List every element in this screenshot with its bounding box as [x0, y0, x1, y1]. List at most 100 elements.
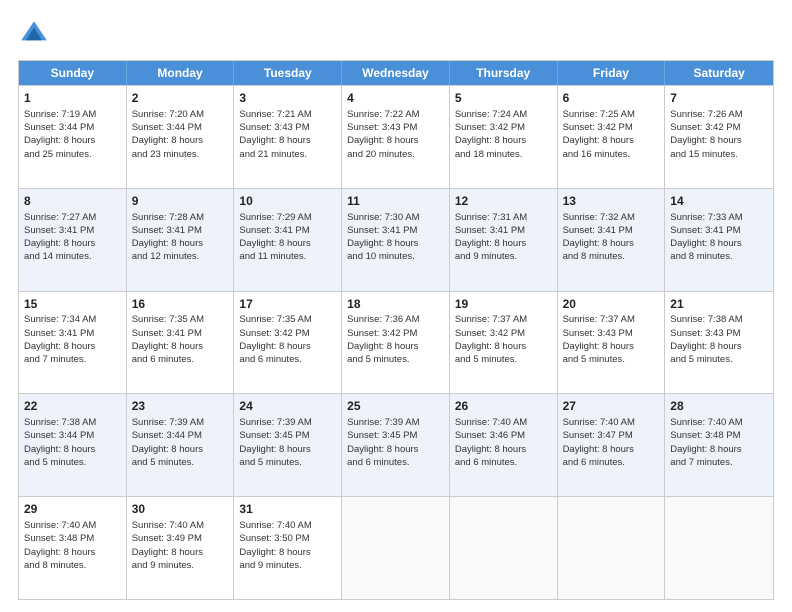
day-info-line-0: Sunrise: 7:38 AM [24, 417, 96, 428]
day-number: 8 [24, 193, 121, 210]
day-cell-18: 18Sunrise: 7:36 AMSunset: 3:42 PMDayligh… [342, 292, 450, 394]
logo [18, 18, 54, 50]
weekday-friday: Friday [558, 61, 666, 85]
day-info-line-2: Daylight: 8 hours [132, 238, 203, 249]
day-info-line-2: Daylight: 8 hours [239, 135, 310, 146]
day-info-line-3: and 5 minutes. [563, 354, 625, 365]
day-number: 30 [132, 501, 229, 518]
day-info-line-3: and 5 minutes. [670, 354, 732, 365]
day-cell-19: 19Sunrise: 7:37 AMSunset: 3:42 PMDayligh… [450, 292, 558, 394]
day-info-line-0: Sunrise: 7:36 AM [347, 314, 419, 325]
day-info-line-1: Sunset: 3:42 PM [455, 122, 525, 133]
day-cell-29: 29Sunrise: 7:40 AMSunset: 3:48 PMDayligh… [19, 497, 127, 599]
day-info-line-1: Sunset: 3:41 PM [239, 225, 309, 236]
day-info-line-2: Daylight: 8 hours [24, 341, 95, 352]
day-cell-3: 3 Sunrise: 7:21 AM Sunset: 3:43 PM Daylight… [234, 86, 342, 188]
day-info-line-1: Sunset: 3:41 PM [24, 225, 94, 236]
day-number: 10 [239, 193, 336, 210]
day-info-line-0: Sunrise: 7:20 AM [132, 109, 204, 120]
day-number: 25 [347, 398, 444, 415]
day-info-line-3: and 5 minutes. [239, 457, 301, 468]
day-info-line-0: Sunrise: 7:39 AM [239, 417, 311, 428]
page: SundayMondayTuesdayWednesdayThursdayFrid… [0, 0, 792, 612]
day-cell-12: 12Sunrise: 7:31 AMSunset: 3:41 PMDayligh… [450, 189, 558, 291]
day-cell-20: 20Sunrise: 7:37 AMSunset: 3:43 PMDayligh… [558, 292, 666, 394]
day-info-line-3: and 6 minutes. [239, 354, 301, 365]
day-info-line-2: Daylight: 8 hours [563, 135, 634, 146]
day-info-line-1: Sunset: 3:45 PM [239, 430, 309, 441]
day-info-line-3: and 5 minutes. [132, 457, 194, 468]
day-number: 17 [239, 296, 336, 313]
day-info-line-1: Sunset: 3:47 PM [563, 430, 633, 441]
day-info-line-0: Sunrise: 7:40 AM [455, 417, 527, 428]
weekday-saturday: Saturday [665, 61, 773, 85]
day-info-line-2: Daylight: 8 hours [670, 444, 741, 455]
day-info-line-3: and 8 minutes. [24, 560, 86, 571]
day-info-line-2: Daylight: 8 hours [239, 341, 310, 352]
weekday-sunday: Sunday [19, 61, 127, 85]
day-info-line-1: Sunset: 3:46 PM [455, 430, 525, 441]
day-cell-28: 28Sunrise: 7:40 AMSunset: 3:48 PMDayligh… [665, 394, 773, 496]
day-number: 24 [239, 398, 336, 415]
day-info-line-1: Sunset: 3:50 PM [239, 533, 309, 544]
day-info-line-0: Sunrise: 7:21 AM [239, 109, 311, 120]
day-info-line-2: Daylight: 8 hours [347, 135, 418, 146]
day-info-line-0: Sunrise: 7:26 AM [670, 109, 742, 120]
day-info-line-3: and 10 minutes. [347, 251, 415, 262]
day-number: 23 [132, 398, 229, 415]
day-info-line-3: and 6 minutes. [563, 457, 625, 468]
day-info-line-2: Daylight: 8 hours [563, 341, 634, 352]
day-info-line-3: and 15 minutes. [670, 149, 738, 160]
day-number: 2 [132, 90, 229, 107]
day-info-line-3: and 23 minutes. [132, 149, 200, 160]
day-info-line-1: Sunset: 3:42 PM [455, 328, 525, 339]
day-info-line-0: Sunrise: 7:39 AM [347, 417, 419, 428]
day-info-line-2: Daylight: 8 hours [455, 238, 526, 249]
day-info-line-3: and 6 minutes. [132, 354, 194, 365]
day-number: 3 [239, 90, 336, 107]
day-info-line-3: and 9 minutes. [239, 560, 301, 571]
day-info-line-1: Sunset: 3:41 PM [670, 225, 740, 236]
day-info-line-2: Daylight: 8 hours [132, 444, 203, 455]
day-info-line-1: Sunset: 3:43 PM [239, 122, 309, 133]
day-number: 14 [670, 193, 768, 210]
day-info-line-1: Sunset: 3:41 PM [132, 225, 202, 236]
day-info-line-0: Sunrise: 7:22 AM [347, 109, 419, 120]
calendar-row-3: 15Sunrise: 7:34 AMSunset: 3:41 PMDayligh… [19, 291, 773, 394]
day-info-line-2: Daylight: 8 hours [24, 238, 95, 249]
day-info-line-2: Daylight: 8 hours [670, 135, 741, 146]
day-info-line-3: and 5 minutes. [24, 457, 86, 468]
day-info-line-0: Sunrise: 7:34 AM [24, 314, 96, 325]
day-info-line-2: Daylight: 8 hours [239, 444, 310, 455]
day-info-line-3: and 25 minutes. [24, 149, 92, 160]
day-info-line-2: Daylight: 8 hours [455, 444, 526, 455]
day-cell-5: 5Sunrise: 7:24 AMSunset: 3:42 PMDaylight… [450, 86, 558, 188]
day-number: 7 [670, 90, 768, 107]
day-cell-26: 26Sunrise: 7:40 AMSunset: 3:46 PMDayligh… [450, 394, 558, 496]
day-info-line-3: and 7 minutes. [24, 354, 86, 365]
day-info-line-2: Daylight: 8 hours [670, 341, 741, 352]
day-info-line-1: Sunset: 3:49 PM [132, 533, 202, 544]
day-info-line-0: Sunrise: 7:35 AM [132, 314, 204, 325]
day-info-line-1: Sunset: 3:48 PM [670, 430, 740, 441]
day-cell-31: 31Sunrise: 7:40 AMSunset: 3:50 PMDayligh… [234, 497, 342, 599]
day-info-line-1: Sunset: 3:42 PM [670, 122, 740, 133]
day-cell-6: 6Sunrise: 7:25 AMSunset: 3:42 PMDaylight… [558, 86, 666, 188]
day-number: 16 [132, 296, 229, 313]
day-cell-17: 17Sunrise: 7:35 AMSunset: 3:42 PMDayligh… [234, 292, 342, 394]
day-cell-13: 13Sunrise: 7:32 AMSunset: 3:41 PMDayligh… [558, 189, 666, 291]
day-info-line-1: Sunset: 3:41 PM [24, 328, 94, 339]
day-info-line-3: and 9 minutes. [132, 560, 194, 571]
day-info-line-0: Sunrise: 7:40 AM [239, 520, 311, 531]
day-info-line-2: Daylight: 8 hours [455, 341, 526, 352]
day-info-line-0: Sunrise: 7:35 AM [239, 314, 311, 325]
day-info-line-1: Sunset: 3:44 PM [24, 430, 94, 441]
day-info-line-0: Sunrise: 7:33 AM [670, 212, 742, 223]
day-number: 12 [455, 193, 552, 210]
day-info-line-3: and 20 minutes. [347, 149, 415, 160]
day-info-line-3: and 5 minutes. [347, 354, 409, 365]
day-info-line-0: Sunrise: 7:40 AM [670, 417, 742, 428]
day-info-line-0: Sunrise: 7:31 AM [455, 212, 527, 223]
day-info-line-1: Sunset: 3:41 PM [563, 225, 633, 236]
day-number: 29 [24, 501, 121, 518]
